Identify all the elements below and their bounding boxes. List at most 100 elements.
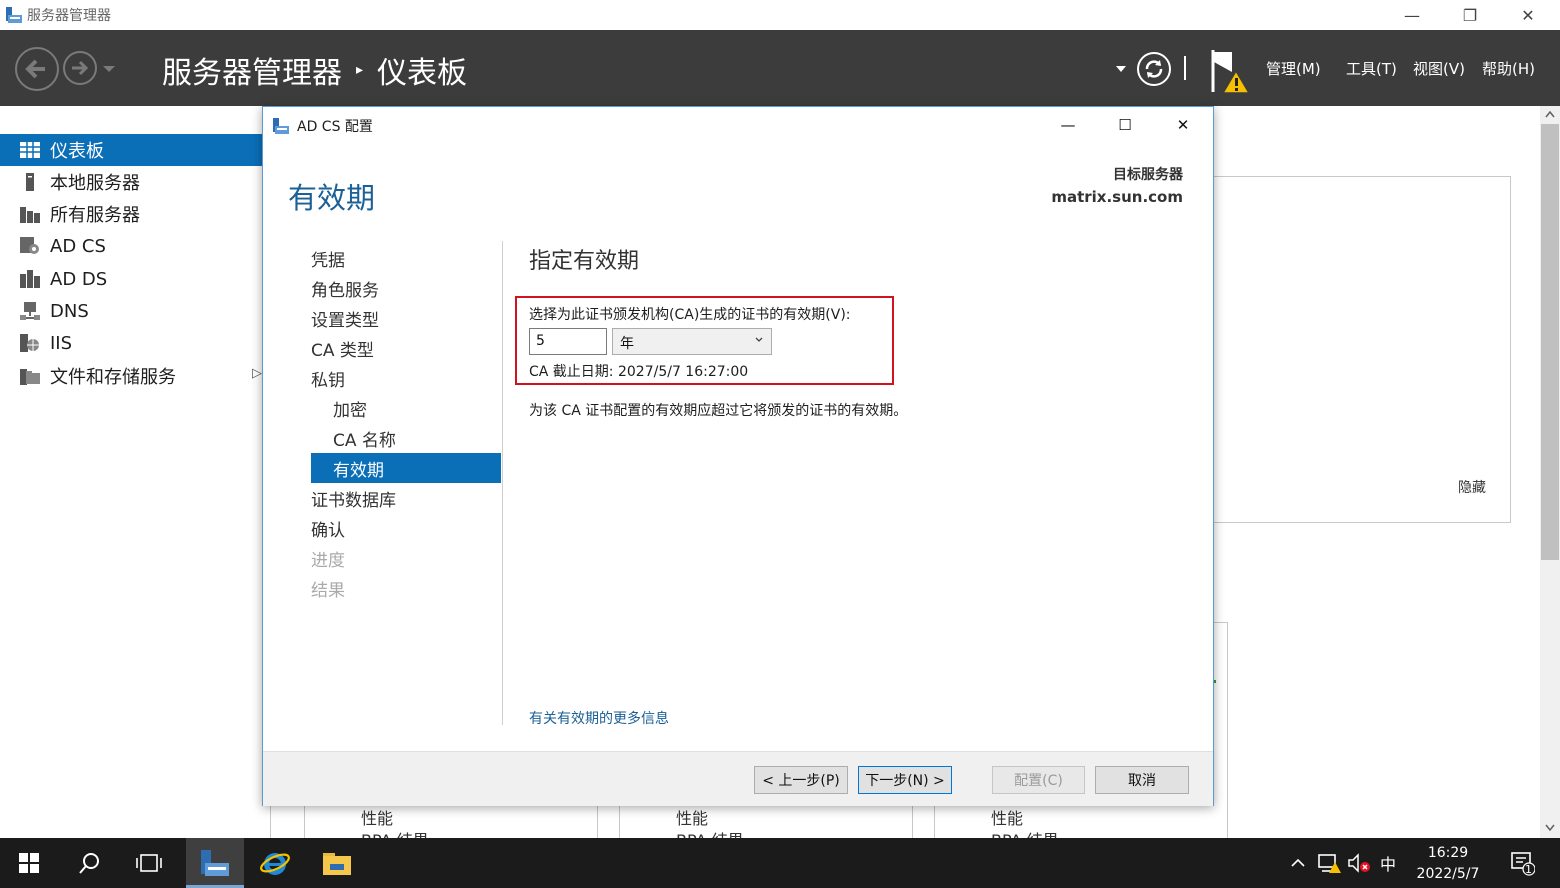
role-tile-edge bbox=[1212, 622, 1228, 805]
all-servers-icon bbox=[20, 205, 40, 223]
volume-button[interactable] bbox=[1344, 838, 1374, 888]
task-view-button[interactable] bbox=[120, 838, 178, 888]
history-dropdown-icon[interactable] bbox=[102, 64, 116, 74]
step-label: 加密 bbox=[333, 400, 367, 421]
arrow-left-icon bbox=[25, 59, 45, 79]
step-results: 结果 bbox=[311, 573, 501, 603]
steps-divider bbox=[502, 241, 503, 725]
network-status-button[interactable] bbox=[1314, 838, 1344, 888]
dropdown-icon[interactable] bbox=[1115, 65, 1127, 73]
target-server-label: 目标服务器 bbox=[1113, 167, 1183, 183]
cancel-button[interactable]: 取消 bbox=[1095, 766, 1189, 794]
content-border bbox=[270, 805, 271, 838]
windows-logo-icon bbox=[19, 853, 39, 873]
step-private-key[interactable]: 私钥 bbox=[311, 363, 501, 393]
tile-bpa-label[interactable]: BPA 结果 bbox=[361, 827, 429, 838]
step-label: 设置类型 bbox=[311, 310, 379, 331]
dns-icon bbox=[20, 302, 40, 320]
dialog-maximize-button[interactable]: ☐ bbox=[1096, 107, 1154, 143]
scrollbar-thumb[interactable] bbox=[1541, 124, 1559, 560]
more-info-link[interactable]: 有关有效期的更多信息 bbox=[529, 708, 669, 728]
menu-tools[interactable]: 工具(T) bbox=[1346, 58, 1397, 79]
nav-item-all-servers[interactable]: 所有服务器 bbox=[0, 198, 262, 230]
tile-performance-label[interactable]: 性能 bbox=[676, 805, 708, 829]
network-warning-icon bbox=[1318, 854, 1341, 873]
iis-icon bbox=[20, 334, 40, 352]
hide-link[interactable]: 隐藏 bbox=[1458, 477, 1486, 497]
step-ca-type[interactable]: CA 类型 bbox=[311, 333, 501, 363]
nav-item-ad-cs[interactable]: AD CS bbox=[0, 230, 262, 262]
previous-button[interactable]: < 上一步(P) bbox=[754, 766, 848, 794]
vertical-scrollbar[interactable] bbox=[1540, 106, 1560, 838]
step-cryptography[interactable]: 加密 bbox=[311, 393, 501, 423]
role-tile: 性能 BPA 结果 bbox=[304, 805, 598, 838]
step-role-services[interactable]: 角色服务 bbox=[311, 273, 501, 303]
dialog-minimize-button[interactable]: — bbox=[1039, 107, 1097, 143]
breadcrumb-root[interactable]: 服务器管理器 bbox=[162, 48, 342, 92]
window-titlebar: 服务器管理器 — ❐ ✕ bbox=[0, 0, 1560, 30]
server-manager-icon bbox=[6, 7, 22, 23]
step-certificate-database[interactable]: 证书数据库 bbox=[311, 483, 501, 513]
scroll-up-icon[interactable] bbox=[1545, 111, 1555, 118]
step-label: CA 名称 bbox=[333, 430, 396, 451]
nav-item-ad-ds[interactable]: AD DS bbox=[0, 263, 262, 295]
scroll-down-icon[interactable] bbox=[1545, 824, 1555, 831]
step-confirmation[interactable]: 确认 bbox=[311, 513, 501, 543]
step-label: 进度 bbox=[311, 550, 345, 571]
minimize-button[interactable]: — bbox=[1383, 0, 1441, 30]
menu-manage[interactable]: 管理(M) bbox=[1266, 58, 1321, 79]
task-view-icon bbox=[136, 854, 162, 872]
validity-unit-value: 年 bbox=[620, 336, 634, 352]
close-button[interactable]: ✕ bbox=[1499, 0, 1557, 30]
refresh-button[interactable] bbox=[1137, 52, 1171, 86]
taskbar-server-manager[interactable] bbox=[186, 838, 244, 888]
breadcrumb-current: 仪表板 bbox=[377, 56, 468, 91]
tile-bpa-label[interactable]: BPA 结果 bbox=[991, 827, 1059, 838]
step-label: CA 类型 bbox=[311, 340, 374, 361]
validity-period-label: 选择为此证书颁发机构(CA)生成的证书的有效期(V): bbox=[529, 307, 851, 323]
validity-note: 为该 CA 证书配置的有效期应超过它将颁发的证书的有效期。 bbox=[529, 403, 908, 419]
search-button[interactable] bbox=[61, 838, 119, 888]
action-center-button[interactable]: 1 bbox=[1502, 838, 1542, 888]
notification-flag-icon[interactable] bbox=[1208, 48, 1252, 94]
adds-icon bbox=[20, 270, 40, 288]
step-label: 凭据 bbox=[311, 250, 345, 271]
tile-bpa-label[interactable]: BPA 结果 bbox=[676, 827, 744, 838]
menu-view[interactable]: 视图(V) bbox=[1413, 58, 1465, 79]
validity-period-input[interactable]: 5 bbox=[529, 328, 607, 355]
page-title: 有效期 bbox=[288, 181, 376, 215]
validity-unit-select[interactable]: 年 bbox=[612, 328, 772, 355]
navigation-pane: 仪表板 本地服务器 所有服务器 AD CS AD DS DNS IIS 文件和存… bbox=[0, 106, 262, 838]
tile-performance-label[interactable]: 性能 bbox=[361, 805, 393, 829]
forward-button[interactable] bbox=[63, 51, 97, 85]
taskbar-internet-explorer[interactable] bbox=[246, 838, 304, 888]
taskbar-file-explorer[interactable] bbox=[308, 838, 366, 888]
step-ca-name[interactable]: CA 名称 bbox=[311, 423, 501, 453]
nav-item-dns[interactable]: DNS bbox=[0, 295, 262, 327]
search-icon bbox=[79, 853, 99, 874]
step-validity-period[interactable]: 有效期 bbox=[311, 453, 501, 483]
dialog-close-button[interactable]: ✕ bbox=[1154, 107, 1212, 143]
step-setup-type[interactable]: 设置类型 bbox=[311, 303, 501, 333]
maximize-button[interactable]: ❐ bbox=[1441, 0, 1499, 30]
step-credentials[interactable]: 凭据 bbox=[311, 243, 501, 273]
ca-expiry-date: CA 截止日期: 2027/5/7 16:27:00 bbox=[529, 364, 749, 380]
taskbar-clock[interactable]: 16:29 2022/5/7 bbox=[1396, 843, 1500, 885]
nav-item-local-server[interactable]: 本地服务器 bbox=[0, 166, 262, 198]
back-button[interactable] bbox=[15, 47, 59, 91]
nav-item-file-storage[interactable]: 文件和存储服务 ▷ bbox=[0, 360, 262, 392]
taskbar: 中 16:29 2022/5/7 1 bbox=[0, 838, 1560, 888]
nav-item-dashboard[interactable]: 仪表板 bbox=[0, 134, 262, 166]
dashboard-icon bbox=[20, 141, 40, 159]
menu-help[interactable]: 帮助(H) bbox=[1482, 58, 1535, 79]
start-button[interactable] bbox=[0, 838, 58, 888]
step-label: 有效期 bbox=[333, 460, 384, 481]
next-button[interactable]: 下一步(N) > bbox=[858, 766, 952, 794]
step-label: 私钥 bbox=[311, 370, 345, 391]
tile-performance-label[interactable]: 性能 bbox=[991, 805, 1023, 829]
nav-item-label: DNS bbox=[50, 300, 89, 322]
expand-arrow-icon[interactable]: ▷ bbox=[252, 366, 262, 381]
nav-item-iis[interactable]: IIS bbox=[0, 327, 262, 359]
section-title: 指定有效期 bbox=[529, 249, 640, 274]
tray-overflow-button[interactable] bbox=[1284, 838, 1312, 888]
